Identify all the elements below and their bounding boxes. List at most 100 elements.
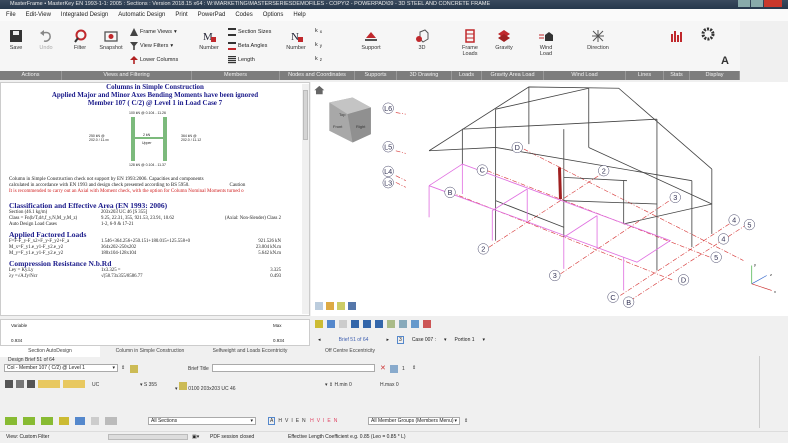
beta-angles-button[interactable]: Beta Angles <box>228 42 267 50</box>
clear-icon[interactable]: ✕ <box>380 364 386 372</box>
letter-a-toggle[interactable]: A <box>268 417 276 425</box>
design-icon[interactable] <box>315 320 323 328</box>
member-select[interactable]: Col - Member 107 ( C/2) @ Level 1 ▾ <box>4 364 118 372</box>
box-type-icon[interactable] <box>16 380 24 388</box>
tee-type-icon[interactable] <box>27 380 35 388</box>
hmax-field[interactable]: H.max 0 <box>380 382 399 388</box>
letter-v-red-toggle[interactable]: V <box>317 418 320 424</box>
member-spinner[interactable]: ⇕ <box>121 365 125 371</box>
wind-load-button[interactable]: Wind Load <box>534 29 558 57</box>
view-filters-button[interactable]: View Filters ▾ <box>130 42 173 50</box>
kz-button[interactable]: kz <box>315 56 322 62</box>
3d-frame-view[interactable]: L6 L5 L4 L3 D C B 2 2 3 3 4 5 4 5 D C B Top Front Right y… <box>311 82 788 316</box>
frame-loads-button[interactable]: Frame Loads <box>458 29 482 57</box>
font-icon[interactable]: A <box>718 55 732 67</box>
scrollbar-thumb[interactable] <box>303 90 308 140</box>
pdf-icon[interactable] <box>423 320 431 328</box>
display-settings-button[interactable] <box>700 27 716 43</box>
filter-a-icon[interactable] <box>38 380 60 388</box>
section-select[interactable]: ▾ 0100 203x203 UC 46 <box>175 382 236 392</box>
all-sections-select[interactable]: All Sections ▾ <box>148 417 256 425</box>
menu-codes[interactable]: Codes <box>235 9 252 21</box>
prev-brief-button[interactable]: ◂ <box>318 337 321 343</box>
hmin-field[interactable]: ▾ ⇕ H.min 0 <box>325 382 352 388</box>
ky-button[interactable]: ky <box>315 42 322 48</box>
section-type-value[interactable]: UC <box>92 382 99 388</box>
page-1-icon[interactable] <box>351 320 359 328</box>
save-button[interactable]: Save <box>6 29 26 51</box>
filter-button[interactable]: Filter <box>70 29 90 51</box>
tab-section-autodesign[interactable]: Section AutoDesign <box>0 346 100 357</box>
letter-h-toggle[interactable]: H <box>278 418 282 424</box>
design-single-icon[interactable] <box>5 417 17 425</box>
direction-button[interactable]: Direction <box>584 29 612 51</box>
grade-select[interactable]: ▾ S 355 <box>140 382 157 388</box>
paint-icon[interactable] <box>326 302 334 310</box>
text-icon[interactable] <box>348 302 356 310</box>
member-groups-select[interactable]: All Member Groups (Members Menu) ▾ <box>368 417 460 425</box>
filter-b-icon[interactable] <box>63 380 85 388</box>
page-3-icon[interactable] <box>375 320 383 328</box>
frame-views-button[interactable]: Frame Views ▾ <box>130 28 177 36</box>
stats-button[interactable] <box>668 29 686 45</box>
view-cube[interactable] <box>329 97 371 143</box>
copy-sections-icon[interactable] <box>91 417 99 425</box>
minimize-button[interactable] <box>738 0 750 7</box>
snapshot-button[interactable]: Snapshot <box>98 29 124 51</box>
pdf-menu-icon[interactable]: ▣▾ <box>192 432 199 443</box>
edit-member-icon[interactable] <box>130 365 138 373</box>
menu-print[interactable]: Print <box>175 9 187 21</box>
menu-edit-view[interactable]: Edit-View <box>26 9 51 21</box>
3d-button[interactable]: 3D <box>412 29 432 51</box>
close-button[interactable] <box>764 0 782 7</box>
menu-options[interactable]: Options <box>263 9 284 21</box>
letter-n-toggle[interactable]: N <box>302 418 306 424</box>
length-button[interactable]: Length <box>228 56 255 64</box>
member-number-button[interactable]: M Number <box>198 29 220 51</box>
node-number-button[interactable]: N Number <box>284 29 308 51</box>
ibeam-type-icon[interactable] <box>5 380 13 388</box>
letter-v-toggle[interactable]: V <box>285 418 288 424</box>
select-icon[interactable] <box>315 302 323 310</box>
tab-column-simple-construction[interactable]: Column in Simple Construction <box>100 346 200 357</box>
count-spinner[interactable]: ⇕ <box>412 365 416 371</box>
menu-file[interactable]: File <box>6 9 16 21</box>
copy-icon[interactable] <box>339 320 347 328</box>
lower-columns-button[interactable]: Lower Columns <box>130 56 178 64</box>
design-all-icon[interactable] <box>327 320 335 328</box>
letter-i-red-toggle[interactable]: I <box>323 418 324 424</box>
sort-icon[interactable] <box>105 417 117 425</box>
design-all-button-icon[interactable] <box>75 417 85 425</box>
support-button[interactable]: Support <box>358 29 384 51</box>
case-select[interactable]: Case 007 : <box>412 337 436 343</box>
maximize-button[interactable] <box>751 0 763 7</box>
gravity-button[interactable]: Gravity <box>492 29 516 51</box>
menu-help[interactable]: Help <box>293 9 305 21</box>
menu-powerpad[interactable]: PowerPad <box>198 9 226 21</box>
next-brief-button[interactable]: ▸ <box>387 337 390 343</box>
menu-automatic-design[interactable]: Automatic Design <box>118 9 165 21</box>
groups-spinner[interactable]: ⇕ <box>464 418 468 424</box>
letter-e-toggle[interactable]: E <box>296 418 299 424</box>
page-2-icon[interactable] <box>363 320 371 328</box>
section-sizes-button[interactable]: Section Sizes <box>228 28 271 36</box>
kx-button[interactable]: kx <box>315 28 322 34</box>
design-percent-icon[interactable] <box>23 417 35 425</box>
portion-select[interactable]: Portion 1 <box>455 337 475 343</box>
letter-e-red-toggle[interactable]: E <box>327 418 330 424</box>
brief-count[interactable]: 1 <box>402 366 405 372</box>
letter-i-toggle[interactable]: I <box>291 418 292 424</box>
brush-icon[interactable] <box>337 302 345 310</box>
copy-brief-icon[interactable] <box>390 365 398 373</box>
case-number[interactable]: 3 <box>397 336 404 344</box>
letter-n-red-toggle[interactable]: N <box>334 418 338 424</box>
tab-selfweight-eccentricity[interactable]: Selfweight and Loads Eccentricity <box>200 346 300 357</box>
print-icon[interactable] <box>387 320 395 328</box>
tab-off-centre-eccentricity[interactable]: Off Centre Eccentricity <box>300 346 400 357</box>
menu-integrated-design[interactable]: Integrated Design <box>61 9 108 21</box>
letter-h-red-toggle[interactable]: H <box>310 418 314 424</box>
brief-title-input[interactable] <box>212 364 375 372</box>
save-report-icon[interactable] <box>411 320 419 328</box>
design-group-icon[interactable] <box>41 417 53 425</box>
undo-button[interactable]: Undo <box>36 29 56 51</box>
